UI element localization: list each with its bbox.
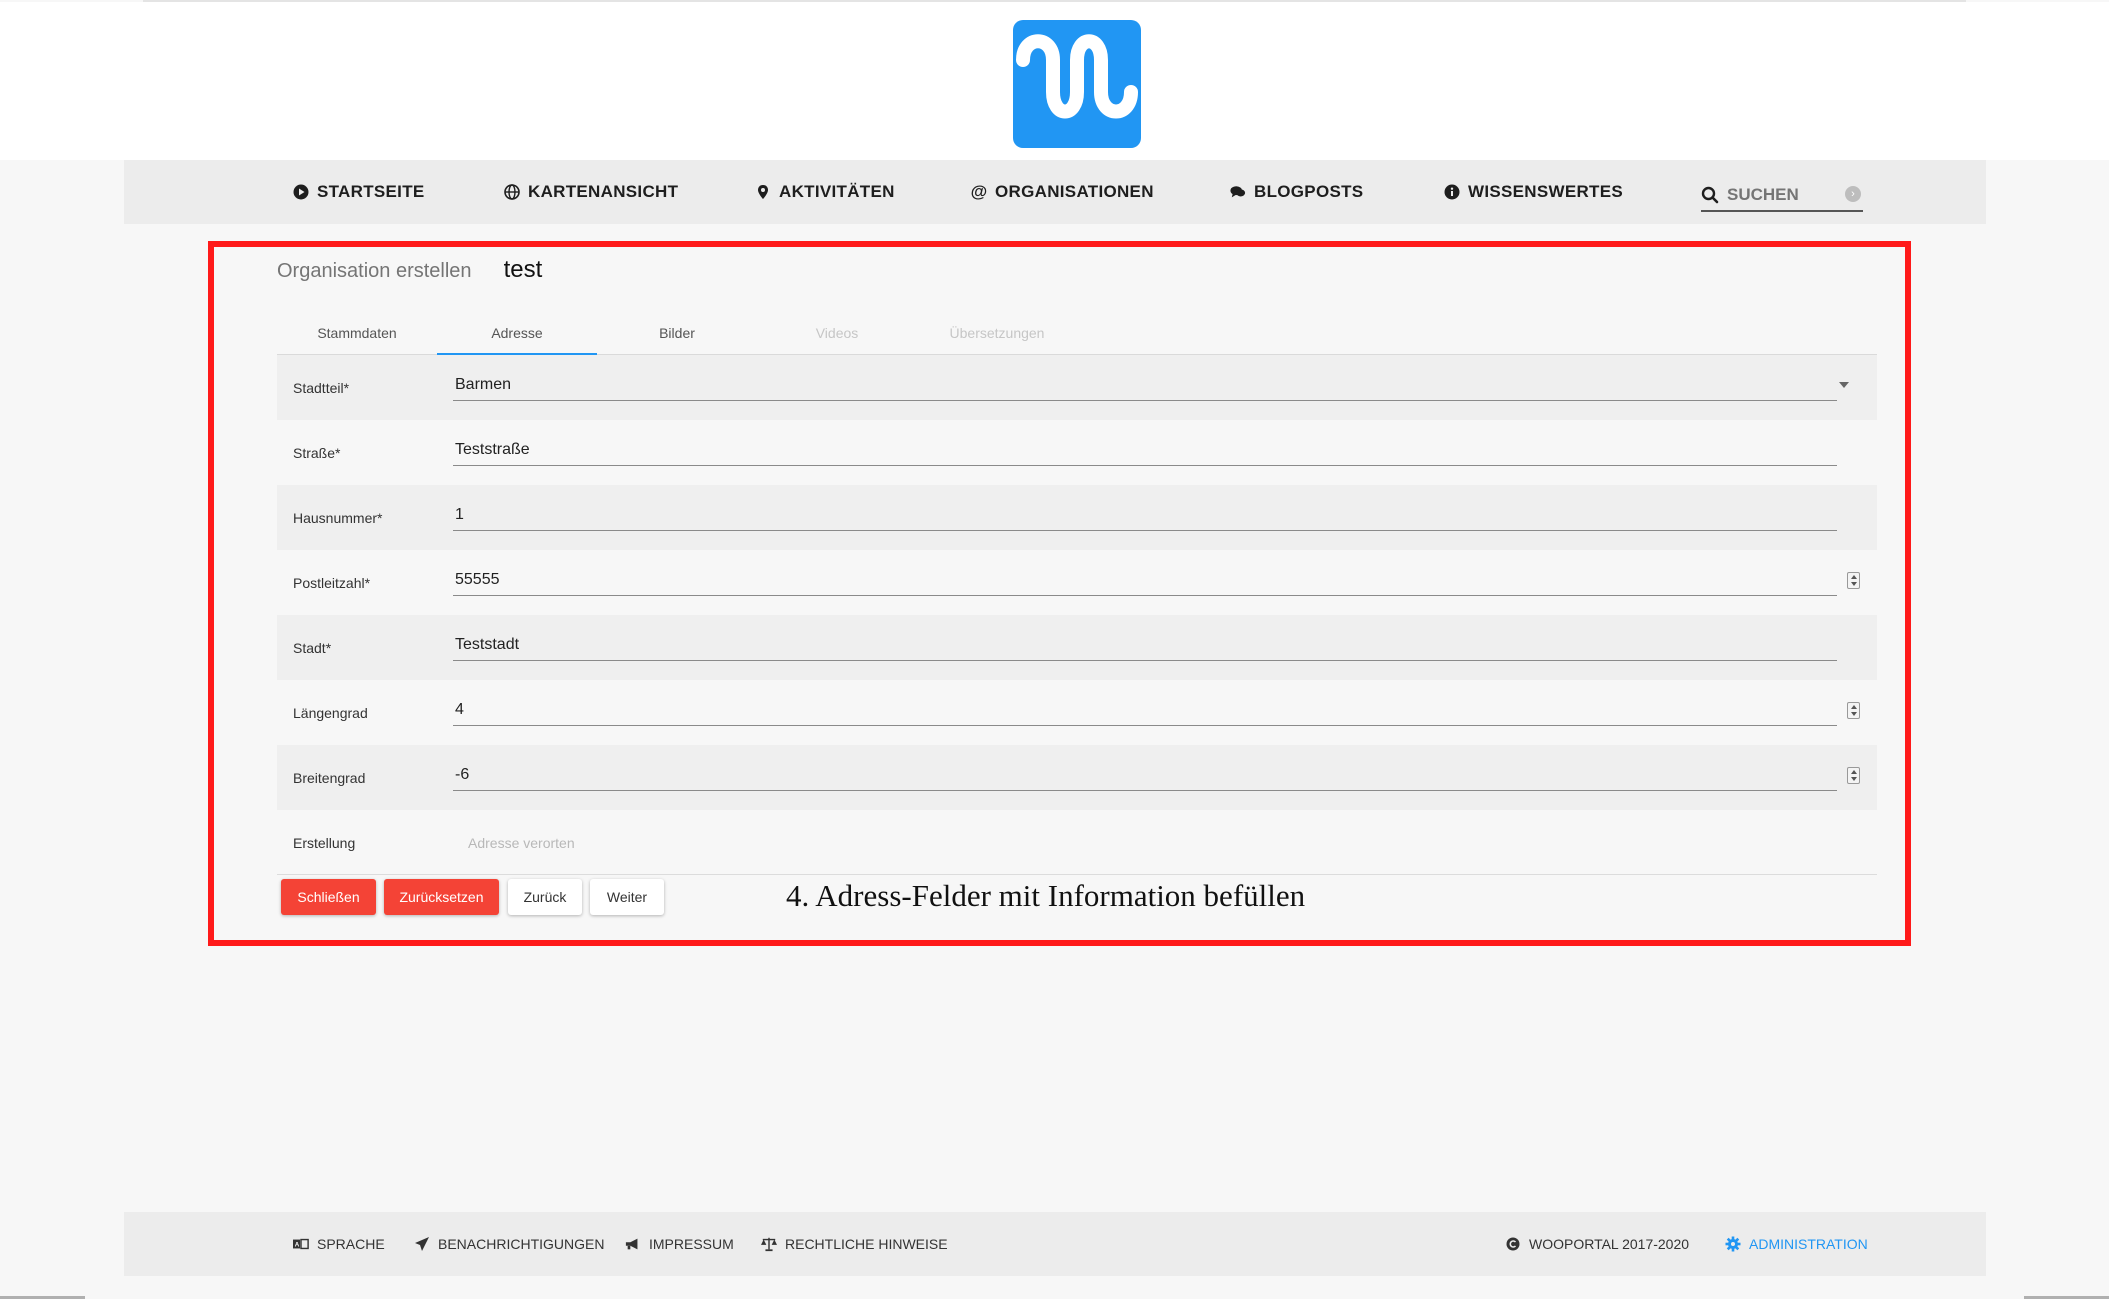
street-input[interactable] — [453, 434, 1837, 466]
footer-legal[interactable]: RECHTLICHE HINWEISE — [761, 1212, 948, 1276]
organisation-name: test — [503, 256, 543, 283]
form-row-district: Stadtteil* — [277, 355, 1877, 420]
nav-item-aktivitaeten[interactable]: AKTIVITÄTEN — [755, 160, 895, 224]
search-box[interactable]: › — [1701, 180, 1863, 212]
nav-item-kartenansicht[interactable]: KARTENANSICHT — [504, 160, 678, 224]
gear-icon — [1725, 1236, 1741, 1252]
footer-language[interactable]: A SPRACHE — [293, 1212, 385, 1276]
footer-label: BENACHRICHTIGUNGEN — [438, 1236, 605, 1252]
street-label: Straße* — [293, 444, 341, 461]
footer-label: SPRACHE — [317, 1236, 385, 1252]
footer-copyright: WOOPORTAL 2017-2020 — [1505, 1212, 1689, 1276]
city-input[interactable] — [453, 629, 1837, 661]
form-row-postal-code: Postleitzahl* — [277, 550, 1877, 615]
form-tabs: Stammdaten Adresse Bilder Videos Überset… — [277, 312, 1877, 355]
form-row-house-number: Hausnummer* — [277, 485, 1877, 550]
tab-bilder[interactable]: Bilder — [597, 312, 757, 354]
info-circle-icon — [1444, 184, 1460, 200]
nav-item-startseite[interactable]: STARTSEITE — [293, 160, 425, 224]
house-number-label: Hausnummer* — [293, 509, 383, 526]
wooportal-logo[interactable] — [1013, 20, 1141, 148]
footer-label: IMPRESSUM — [649, 1236, 734, 1252]
form-row-latitude: Breitengrad — [277, 745, 1877, 810]
form-row-street: Straße* — [277, 420, 1877, 485]
city-label: Stadt* — [293, 639, 332, 656]
bullhorn-icon — [625, 1236, 641, 1252]
number-spinner-icon[interactable] — [1847, 767, 1860, 784]
balance-scale-icon — [761, 1236, 777, 1252]
tab-adresse[interactable]: Adresse — [437, 312, 597, 355]
footer-label: RECHTLICHE HINWEISE — [785, 1236, 948, 1252]
annotation-caption: 4. Adress-Felder mit Information befülle… — [786, 878, 1306, 913]
house-number-input[interactable] — [453, 499, 1837, 531]
geolocate-address-link[interactable]: Adresse verorten — [468, 810, 575, 875]
footer-label: WOOPORTAL 2017-2020 — [1529, 1236, 1690, 1252]
page-heading: Organisation erstellen test — [277, 256, 542, 284]
language-icon: A — [293, 1236, 309, 1252]
nav-item-organisationen[interactable]: @ ORGANISATIONEN — [971, 160, 1154, 224]
comments-icon — [1230, 184, 1246, 200]
actions-divider — [277, 874, 1877, 875]
tab-videos: Videos — [815, 325, 859, 341]
number-spinner-icon[interactable] — [1847, 572, 1860, 589]
main-navigation: STARTSEITE KARTENANSICHT AKTIVITÄTEN @ O… — [124, 160, 1986, 224]
longitude-label: Längengrad — [293, 704, 368, 721]
tab-uebersetzungen: Übersetzungen — [949, 325, 1045, 341]
form-row-city: Stadt* — [277, 615, 1877, 680]
globe-icon — [504, 184, 520, 200]
page-title: Organisation erstellen — [277, 260, 472, 282]
footer-administration[interactable]: ADMINISTRATION — [1725, 1212, 1868, 1276]
form-row-longitude: Längengrad — [277, 680, 1877, 745]
footer-imprint[interactable]: IMPRESSUM — [625, 1212, 734, 1276]
nav-label: ORGANISATIONEN — [995, 182, 1154, 201]
nav-label: STARTSEITE — [317, 182, 425, 201]
number-spinner-icon[interactable] — [1847, 702, 1860, 719]
postal-code-input[interactable] — [453, 564, 1837, 596]
back-button[interactable]: Zurück — [508, 879, 582, 915]
close-button[interactable]: Schließen — [281, 879, 376, 915]
arrow-right-circle-icon[interactable]: › — [1845, 186, 1861, 202]
nav-label: AKTIVITÄTEN — [779, 182, 895, 201]
longitude-input[interactable] — [453, 694, 1837, 726]
form-row-creation: Erstellung Adresse verorten — [277, 810, 1877, 875]
district-label: Stadtteil* — [293, 379, 350, 396]
nav-item-wissenswertes[interactable]: WISSENSWERTES — [1444, 160, 1623, 224]
svg-text:A: A — [295, 1242, 300, 1249]
nav-label: KARTENANSICHT — [528, 182, 679, 201]
creation-label: Erstellung — [293, 834, 356, 851]
page-header — [0, 2, 2109, 160]
nav-label: BLOGPOSTS — [1254, 182, 1364, 201]
latitude-label: Breitengrad — [293, 769, 366, 786]
postal-code-label: Postleitzahl* — [293, 574, 371, 591]
at-icon: @ — [970, 182, 988, 201]
nav-label: WISSENSWERTES — [1468, 182, 1624, 201]
dropdown-arrow-icon[interactable] — [1839, 382, 1849, 388]
page-footer: A SPRACHE BENACHRICHTIGUNGEN IMPRESSUM R… — [124, 1212, 1986, 1276]
district-select[interactable] — [453, 369, 1837, 401]
next-button[interactable]: Weiter — [590, 879, 664, 915]
search-icon — [1701, 186, 1719, 204]
footer-label: ADMINISTRATION — [1749, 1236, 1868, 1252]
copyright-icon — [1505, 1236, 1521, 1252]
paper-plane-icon — [414, 1236, 430, 1252]
nav-item-blogposts[interactable]: BLOGPOSTS — [1230, 160, 1363, 224]
tab-stammdaten[interactable]: Stammdaten — [277, 312, 437, 354]
map-marker-icon — [755, 184, 771, 200]
play-circle-icon — [293, 184, 309, 200]
footer-notifications[interactable]: BENACHRICHTIGUNGEN — [414, 1212, 604, 1276]
search-input[interactable] — [1727, 185, 1827, 205]
reset-button[interactable]: Zurücksetzen — [384, 879, 499, 915]
latitude-input[interactable] — [453, 759, 1837, 791]
